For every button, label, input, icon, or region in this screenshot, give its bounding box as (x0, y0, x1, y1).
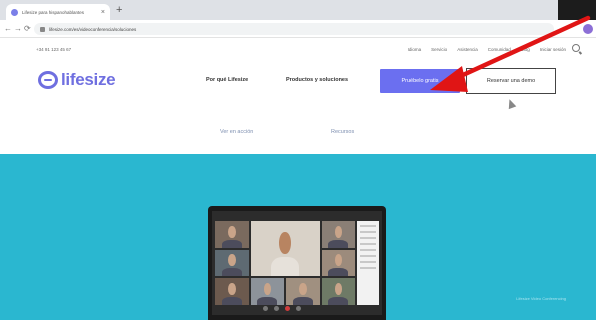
utility-links: Idioma Servicio Asistencia Comunidad Blo… (408, 47, 566, 52)
video-tile (321, 278, 355, 305)
sub-link-resources[interactable]: Recursos (331, 129, 354, 135)
video-tile (250, 278, 284, 305)
tab-favicon-icon (11, 8, 18, 16)
video-call-screen (212, 211, 382, 315)
util-link-service[interactable]: Servicio (431, 47, 447, 52)
sub-link-see-in-action[interactable]: Ver en acción (220, 129, 253, 135)
util-link-language[interactable]: Idioma (408, 47, 422, 52)
book-demo-button[interactable]: Reservar una demo (466, 68, 556, 94)
util-link-blog[interactable]: Blog (521, 47, 530, 52)
mic-icon (263, 306, 268, 311)
logo-text: lifesize (61, 70, 116, 89)
lock-icon (40, 26, 45, 32)
video-tile (321, 249, 355, 277)
hero-caption: Lifesize Video Conferencing (516, 296, 566, 301)
util-link-community[interactable]: Comunidad (488, 47, 511, 52)
url-text: lifesize.com/es/videoconferencia/solucio… (49, 26, 137, 32)
util-link-login[interactable]: Iniciar sesión (540, 47, 566, 52)
utility-bar: +34 91 123 45 67 Idioma Servicio Asisten… (0, 40, 596, 58)
url-input[interactable]: lifesize.com/es/videoconferencia/solucio… (34, 23, 554, 35)
tab-close-icon[interactable]: × (101, 9, 105, 16)
video-tile (215, 278, 249, 305)
menu-item-why-lifesize[interactable]: Por qué Lifesize (206, 77, 248, 83)
video-tile (215, 221, 249, 248)
window-corner (558, 0, 596, 20)
share-icon (296, 306, 301, 311)
call-toolbar (242, 306, 322, 312)
menu-item-products[interactable]: Productos y soluciones (286, 77, 348, 83)
camera-icon (274, 306, 279, 311)
tab-title: Lifesize para hispanohablantes (22, 9, 85, 15)
lifesize-logo[interactable]: lifesize (38, 70, 116, 90)
back-button[interactable]: ← (4, 24, 12, 34)
browser-tab-bar: Lifesize para hispanohablantes × + (0, 0, 596, 20)
profile-avatar[interactable] (583, 24, 593, 34)
video-grid (215, 221, 355, 305)
participants-panel (357, 221, 379, 305)
reload-button[interactable]: ⟳ (24, 24, 31, 34)
phone-number[interactable]: +34 91 123 45 67 (36, 47, 71, 52)
main-navigation: lifesize Por qué Lifesize Productos y so… (0, 62, 596, 102)
forward-button[interactable]: → (14, 24, 22, 34)
video-tile (286, 278, 320, 305)
free-trial-button[interactable]: Pruébelo gratis (380, 69, 460, 93)
util-link-support[interactable]: Asistencia (457, 47, 478, 52)
video-tile (215, 249, 249, 277)
search-icon[interactable] (572, 44, 580, 52)
new-tab-button[interactable]: + (116, 4, 122, 16)
lifesize-logo-icon (38, 71, 58, 89)
laptop-image (208, 206, 386, 320)
sub-navigation: Ver en acción Recursos (0, 126, 596, 142)
hangup-icon (285, 306, 290, 311)
video-tile (321, 221, 355, 248)
browser-tab[interactable]: Lifesize para hispanohablantes × (6, 4, 110, 20)
address-bar-row: ← → ⟳ lifesize.com/es/videoconferencia/s… (0, 20, 596, 38)
video-tile-active-speaker (250, 221, 320, 277)
